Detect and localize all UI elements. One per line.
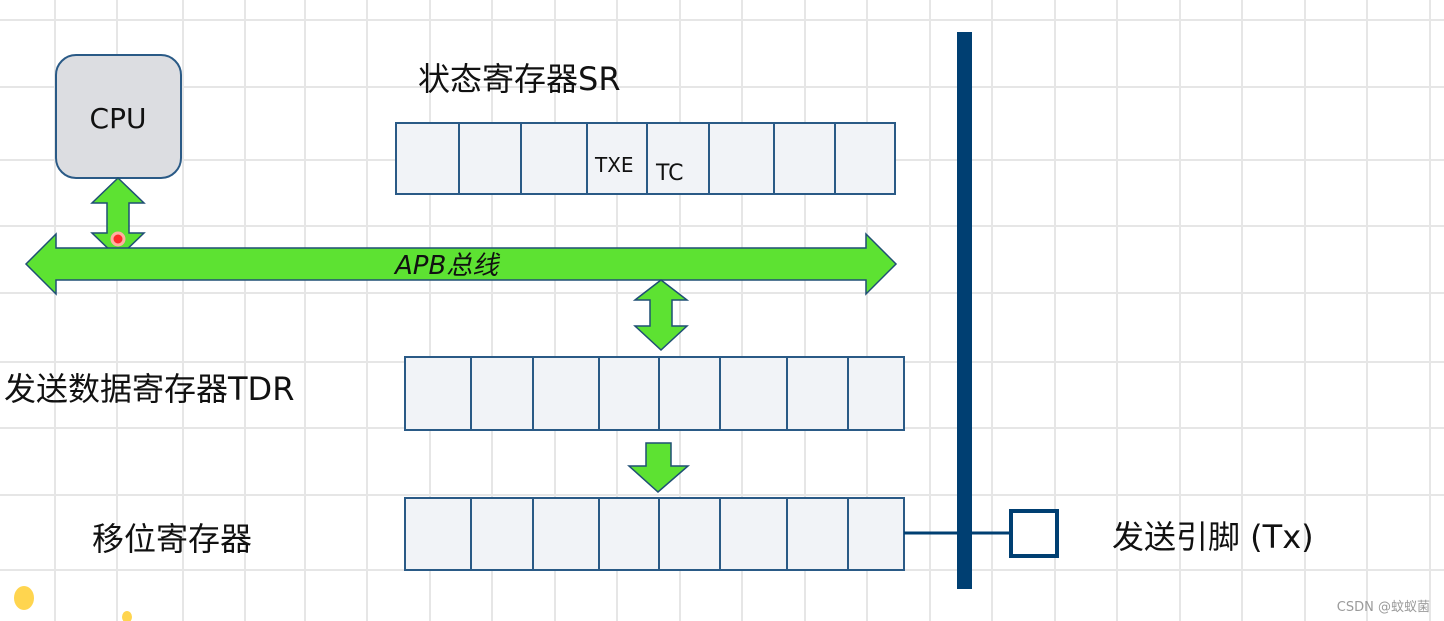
shift-bit-cell — [404, 497, 472, 571]
tdr-bit-cell — [470, 356, 534, 431]
sr-bit-tc: TC — [655, 161, 684, 186]
shift-register — [404, 497, 905, 571]
sr-bit-cell — [395, 122, 460, 195]
tx-pin-label: 发送引脚 (Tx) — [1112, 518, 1314, 556]
sr-bit-cell — [773, 122, 836, 195]
tdr-bit-cell — [658, 356, 721, 431]
shift-bit-cell — [658, 497, 721, 571]
shift-bit-cell — [532, 497, 600, 571]
decorative-blob — [122, 611, 132, 621]
sr-bit-txe: TXE — [594, 153, 634, 177]
decorative-blob — [14, 586, 34, 610]
tdr-bit-cell — [786, 356, 849, 431]
status-register — [395, 122, 896, 195]
apb-bus-label: APB总线 — [393, 251, 501, 281]
boundary-bar — [957, 32, 972, 589]
transmit-data-register — [404, 356, 905, 431]
sr-bit-cell — [834, 122, 896, 195]
diagram-canvas: CPU APB总线 状态寄存器SR TXE TC 发送数据寄存器TDR 移位寄存… — [0, 0, 1444, 621]
shift-register-title: 移位寄存器 — [92, 520, 252, 558]
tdr-title: 发送数据寄存器TDR — [4, 370, 294, 408]
tdr-bit-cell — [404, 356, 472, 431]
cpu-label: CPU — [90, 102, 147, 135]
status-register-title: 状态寄存器SR — [418, 60, 621, 98]
watermark: CSDN @蚊蚁菌 — [1337, 600, 1430, 615]
shift-bit-cell — [786, 497, 849, 571]
usart-tx-diagram: CPU APB总线 状态寄存器SR TXE TC 发送数据寄存器TDR 移位寄存… — [0, 0, 1444, 621]
tdr-bit-cell — [847, 356, 905, 431]
sr-bit-cell — [458, 122, 522, 195]
sr-bit-cell — [708, 122, 775, 195]
tdr-bit-cell — [532, 356, 600, 431]
tdr-bit-cell — [598, 356, 660, 431]
shift-bit-cell — [719, 497, 788, 571]
tdr-bit-cell — [719, 356, 788, 431]
shift-bit-cell — [847, 497, 905, 571]
shift-bit-cell — [598, 497, 660, 571]
tx-pin-box — [1009, 509, 1059, 558]
sr-bit-cell — [520, 122, 588, 195]
cursor-pointer-dot — [110, 231, 126, 247]
shift-bit-cell — [470, 497, 534, 571]
